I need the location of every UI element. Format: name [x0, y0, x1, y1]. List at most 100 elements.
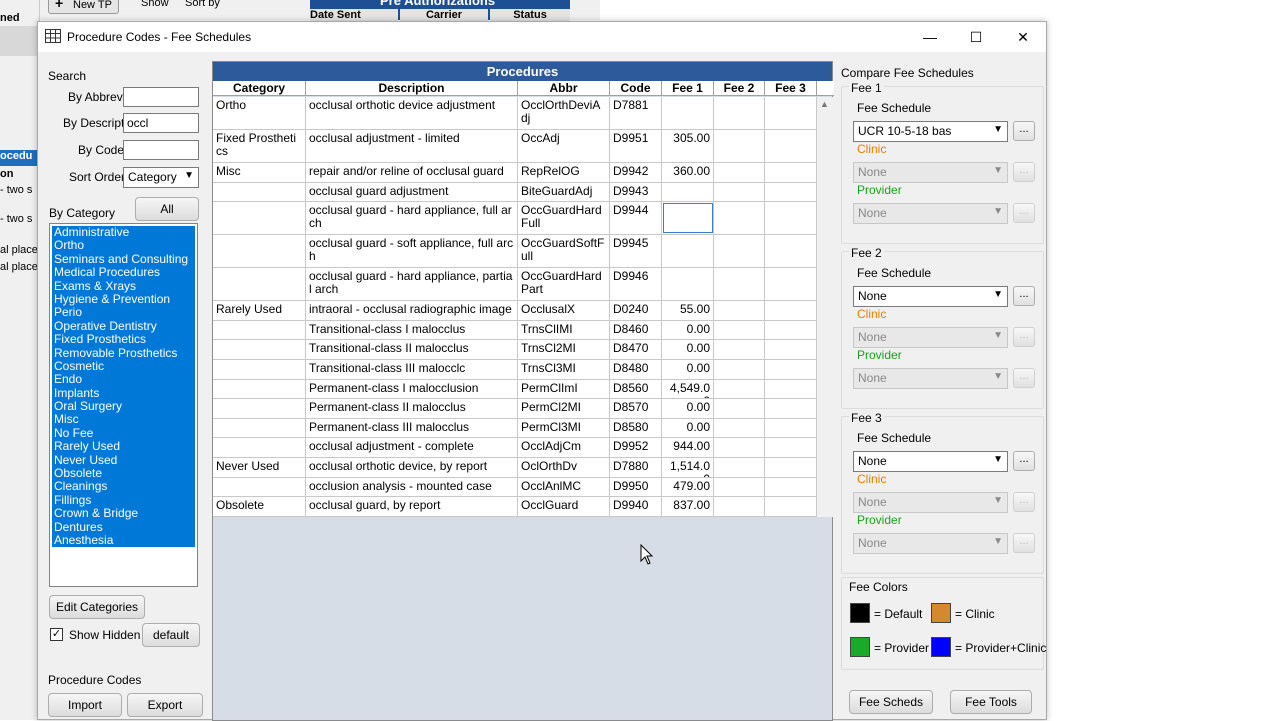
cell-fee1[interactable]: 0.00: [662, 320, 714, 340]
cell-fee1[interactable]: [662, 97, 714, 129]
cell-fee3[interactable]: [765, 340, 817, 359]
cell-fee1[interactable]: [662, 235, 714, 268]
minimize-button[interactable]: —: [907, 22, 953, 52]
table-row[interactable]: occlusion analysis - mounted case OcclAnl…: [213, 477, 817, 498]
category-item[interactable]: Never Used: [52, 453, 195, 468]
cell-fee3[interactable]: [765, 130, 817, 162]
import-button[interactable]: Import: [48, 693, 122, 717]
fee1-provider-select[interactable]: None ▼: [853, 203, 1008, 224]
table-row[interactable]: Never Used occlusal orthotic device, by r…: [213, 458, 817, 478]
cell-fee3[interactable]: [765, 202, 817, 235]
cell-fee2[interactable]: [714, 458, 765, 477]
table-row[interactable]: Transitional-class II malocclus TrnsCl2MI…: [213, 340, 817, 360]
cell-fee1[interactable]: 837.00: [662, 497, 714, 516]
category-item[interactable]: Endo: [52, 373, 195, 387]
all-categories-button[interactable]: All: [135, 197, 199, 221]
grid-scrollbar[interactable]: ▲: [817, 97, 833, 517]
cell-fee1[interactable]: 305.00: [662, 130, 714, 162]
by-abbrev-input[interactable]: [123, 87, 199, 107]
sort-order-select[interactable]: Category ▼: [123, 167, 199, 188]
column-header-fee1[interactable]: Fee 1: [662, 81, 714, 96]
table-row[interactable]: occlusal adjustment - complete OcclAdjCm D…: [213, 438, 817, 458]
cell-fee1[interactable]: 479.00: [662, 477, 714, 497]
table-row[interactable]: Permanent-class III malocclus PermCl3MI D8…: [213, 418, 817, 439]
table-row[interactable]: occlusal guard - hard appliance, partial…: [213, 268, 817, 302]
fee3-schedule-select[interactable]: None ▼: [853, 451, 1008, 472]
cell-fee3[interactable]: [765, 399, 817, 418]
table-row[interactable]: Permanent-class II malocclus PermCl2MI D85…: [213, 399, 817, 419]
cell-fee1[interactable]: 0.00: [662, 418, 714, 438]
fee1-schedule-pick-button[interactable]: ...: [1013, 121, 1035, 141]
fee1-clinic-pick-button[interactable]: ...: [1013, 162, 1035, 182]
by-descript-input[interactable]: occl: [123, 113, 199, 133]
table-row[interactable]: occlusal guard - hard appliance, full ar…: [213, 202, 817, 236]
cell-fee1[interactable]: [662, 268, 714, 301]
column-header-fee2[interactable]: Fee 2: [714, 81, 765, 96]
fee1-provider-pick-button[interactable]: ...: [1013, 203, 1035, 223]
category-item[interactable]: Medical Procedures: [52, 266, 195, 280]
fee2-clinic-select[interactable]: None ▼: [853, 327, 1008, 348]
cell-fee2[interactable]: [714, 235, 765, 268]
category-item[interactable]: Ortho: [52, 239, 195, 253]
table-row[interactable]: occlusal guard adjustment BiteGuardAdj D99…: [213, 182, 817, 203]
fee1-clinic-select[interactable]: None ▼: [853, 162, 1008, 183]
export-button[interactable]: Export: [127, 693, 203, 717]
edit-categories-button[interactable]: Edit Categories: [49, 595, 145, 619]
category-item[interactable]: Dentures: [52, 520, 195, 534]
category-item[interactable]: Exams & Xrays: [52, 279, 195, 293]
cell-fee1[interactable]: 0.00: [662, 340, 714, 359]
cell-fee2[interactable]: [714, 360, 765, 379]
new-tp-button[interactable]: + New TP: [48, 0, 119, 14]
cell-fee3[interactable]: [765, 182, 817, 202]
cell-fee3[interactable]: [765, 438, 817, 457]
table-row[interactable]: Ortho occlusal orthotic device adjustment…: [213, 97, 817, 130]
cell-fee1[interactable]: 944.00: [662, 438, 714, 457]
cell-fee1[interactable]: [662, 202, 714, 235]
table-row[interactable]: occlusal guard - soft appliance, full ar…: [213, 235, 817, 269]
cell-fee2[interactable]: [714, 97, 765, 129]
fee2-schedule-select[interactable]: None ▼: [853, 286, 1008, 307]
cell-fee3[interactable]: [765, 477, 817, 497]
fee3-clinic-select[interactable]: None ▼: [853, 492, 1008, 513]
category-item[interactable]: Misc: [52, 413, 195, 427]
category-item[interactable]: Implants: [52, 386, 195, 401]
maximize-button[interactable]: ☐: [953, 22, 999, 52]
category-item[interactable]: Fillings: [52, 493, 195, 508]
scroll-up-icon[interactable]: ▲: [820, 99, 829, 109]
default-button[interactable]: default: [142, 623, 200, 647]
cell-fee3[interactable]: [765, 418, 817, 438]
category-item[interactable]: Operative Dentistry: [52, 319, 195, 334]
cell-fee3[interactable]: [765, 163, 817, 182]
table-row[interactable]: Transitional-class III malocclс TrnsCl3MI…: [213, 360, 817, 380]
cell-fee2[interactable]: [714, 497, 765, 516]
category-item[interactable]: Removable Prosthetics: [52, 346, 195, 360]
cell-fee2[interactable]: [714, 163, 765, 182]
cell-fee3[interactable]: [765, 268, 817, 301]
cell-fee3[interactable]: [765, 379, 817, 399]
fee-tools-button[interactable]: Fee Tools: [950, 690, 1032, 714]
cell-fee1[interactable]: 1,514.00: [662, 458, 714, 477]
category-item[interactable]: Hygiene & Prevention: [52, 292, 195, 307]
cell-fee2[interactable]: [714, 379, 765, 399]
column-header-fee3[interactable]: Fee 3: [765, 81, 817, 96]
fee3-provider-select[interactable]: None ▼: [853, 533, 1008, 554]
category-item[interactable]: Obsolete: [52, 467, 195, 481]
fee3-schedule-pick-button[interactable]: ...: [1013, 451, 1035, 471]
close-button[interactable]: ✕: [1000, 22, 1046, 52]
fee2-provider-select[interactable]: None ▼: [853, 368, 1008, 389]
category-item[interactable]: Perio: [52, 306, 195, 320]
category-item[interactable]: Fixed Prosthetics: [52, 333, 195, 347]
category-item[interactable]: Crown & Bridge: [52, 507, 195, 521]
cell-fee3[interactable]: [765, 235, 817, 268]
category-list[interactable]: Administrative Ortho Seminars and Consul…: [49, 223, 198, 587]
cell-fee1[interactable]: 0.00: [662, 360, 714, 379]
cell-fee3[interactable]: [765, 458, 817, 477]
fee-scheds-button[interactable]: Fee Scheds: [849, 690, 933, 714]
table-row[interactable]: Fixed Prosthetics occlusal adjustment - l…: [213, 130, 817, 163]
category-item[interactable]: Oral Surgery: [52, 400, 195, 414]
cell-fee3[interactable]: [765, 360, 817, 379]
fee2-clinic-pick-button[interactable]: ...: [1013, 327, 1035, 347]
cell-fee1[interactable]: [662, 182, 714, 202]
table-row[interactable]: Obsolete occlusal guard, by report OcclGua…: [213, 497, 817, 517]
cell-fee2[interactable]: [714, 301, 765, 320]
